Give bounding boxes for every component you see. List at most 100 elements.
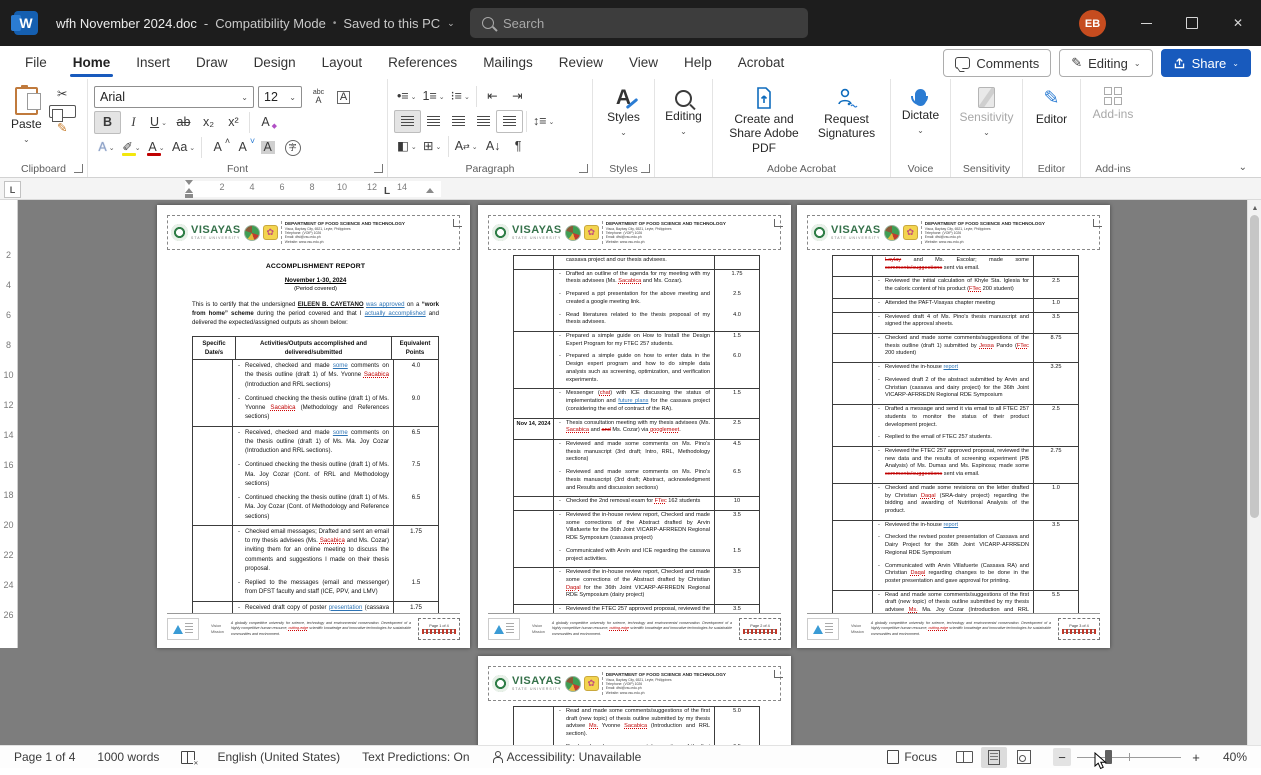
- document-canvas[interactable]: 2468101214161820222426 VISAYASSTATE UNIV…: [0, 200, 1261, 745]
- scroll-up-icon[interactable]: ▲: [1248, 202, 1261, 214]
- page-indicator[interactable]: Page 1 of 4: [14, 750, 75, 764]
- create-share-pdf-button[interactable]: Create and Share Adobe PDF: [719, 84, 809, 158]
- menu-tab-design[interactable]: Design: [241, 49, 309, 76]
- proofing-status[interactable]: [181, 751, 195, 764]
- format-painter-icon[interactable]: ✎: [49, 118, 76, 139]
- editing-button[interactable]: Editing ⌄: [661, 84, 706, 139]
- text-highlight-color-button[interactable]: ✐⌄: [119, 137, 144, 158]
- word-app-icon[interactable]: W: [14, 11, 38, 35]
- copy-icon[interactable]: [49, 105, 76, 118]
- font-size-select[interactable]: 12⌄: [258, 86, 302, 108]
- borders-button[interactable]: ⊞⌄: [420, 136, 445, 157]
- zoom-level[interactable]: 40%: [1215, 750, 1247, 764]
- menu-tab-file[interactable]: File: [12, 49, 60, 76]
- menu-tab-help[interactable]: Help: [671, 49, 725, 76]
- styles-button[interactable]: A Styles ⌄: [599, 84, 648, 140]
- saved-status[interactable]: Saved to this PC: [343, 16, 440, 31]
- decrease-indent-button[interactable]: ⇤: [480, 86, 505, 107]
- asian-layout-button[interactable]: A⇄⌄: [452, 136, 481, 157]
- menu-tab-review[interactable]: Review: [546, 49, 616, 76]
- menu-tab-home[interactable]: Home: [60, 49, 124, 76]
- editor-button[interactable]: ✎ Editor: [1029, 84, 1074, 130]
- cut-icon[interactable]: ✂: [49, 84, 76, 105]
- change-case-button[interactable]: Aa⌄: [169, 137, 198, 158]
- web-layout-button[interactable]: [1011, 747, 1037, 768]
- dictate-button[interactable]: Dictate ⌄: [897, 84, 944, 138]
- align-right-button[interactable]: [446, 111, 471, 132]
- bold-button[interactable]: B: [94, 111, 121, 134]
- collapse-ribbon-button[interactable]: ⌄: [1239, 162, 1247, 173]
- vertical-scrollbar[interactable]: ▲: [1247, 200, 1261, 745]
- focus-button[interactable]: Focus: [887, 750, 937, 764]
- italic-button[interactable]: I: [121, 112, 146, 133]
- show-formatting-marks-button[interactable]: ¶: [506, 136, 531, 157]
- numbering-button[interactable]: 1≡⌄: [420, 86, 448, 107]
- character-border-button[interactable]: A: [331, 87, 356, 108]
- document-page-4[interactable]: VISAYASSTATE UNIVERSITY✿DEPARTMENT OF FO…: [478, 656, 791, 745]
- menu-tab-mailings[interactable]: Mailings: [470, 49, 546, 76]
- title-chevron-icon[interactable]: ⌄: [447, 18, 455, 29]
- left-indent-marker[interactable]: [185, 194, 193, 198]
- menu-tab-layout[interactable]: Layout: [309, 49, 376, 76]
- accessibility-status[interactable]: Accessibility: Unavailable: [492, 750, 642, 764]
- read-mode-button[interactable]: [951, 747, 977, 768]
- minimize-button[interactable]: [1123, 0, 1169, 46]
- share-button[interactable]: Share ⌄: [1161, 49, 1251, 77]
- text-predictions[interactable]: Text Predictions: On: [362, 750, 469, 764]
- vertical-ruler[interactable]: 2468101214161820222426: [0, 200, 18, 648]
- document-page-1[interactable]: VISAYASSTATE UNIVERSITY✿DEPARTMENT OF FO…: [157, 205, 470, 648]
- scrollbar-thumb[interactable]: [1250, 215, 1259, 518]
- zoom-slider[interactable]: [1077, 748, 1181, 766]
- editing-mode-button[interactable]: ✎ Editing ⌄: [1059, 49, 1152, 77]
- clipboard-dialog-launcher[interactable]: [74, 164, 83, 173]
- sort-button[interactable]: A↓: [481, 136, 506, 157]
- superscript-button[interactable]: x²: [221, 112, 246, 133]
- line-spacing-button[interactable]: ↕≡⌄: [530, 111, 557, 132]
- maximize-button[interactable]: [1169, 0, 1215, 46]
- menu-tab-view[interactable]: View: [616, 49, 671, 76]
- request-signatures-button[interactable]: Request Signatures: [809, 84, 884, 158]
- character-shading-button[interactable]: A: [255, 137, 280, 158]
- right-indent-marker[interactable]: [426, 188, 434, 193]
- zoom-in-button[interactable]: +: [1187, 748, 1205, 766]
- font-color-button[interactable]: A⌄: [144, 137, 169, 158]
- zoom-out-button[interactable]: −: [1053, 748, 1071, 766]
- close-button[interactable]: ✕: [1215, 0, 1261, 46]
- shading-button[interactable]: ◧⌄: [394, 136, 420, 157]
- first-line-indent-marker[interactable]: [185, 180, 193, 185]
- distributed-button[interactable]: [496, 110, 523, 133]
- subscript-button[interactable]: x₂: [196, 112, 221, 133]
- menu-tab-acrobat[interactable]: Acrobat: [725, 49, 798, 76]
- bullets-button[interactable]: •≡⌄: [394, 86, 420, 107]
- justify-button[interactable]: [471, 111, 496, 132]
- tab-stop-marker[interactable]: L: [384, 186, 390, 197]
- hanging-indent-marker[interactable]: [185, 188, 193, 193]
- underline-button[interactable]: U⌄: [146, 112, 171, 133]
- font-family-select[interactable]: Arial⌄: [94, 86, 254, 108]
- menu-tab-draw[interactable]: Draw: [183, 49, 241, 76]
- text-effects-button[interactable]: A⌄: [94, 137, 119, 158]
- styles-dialog-launcher[interactable]: [641, 164, 650, 173]
- strikethrough-button[interactable]: ab: [171, 112, 196, 133]
- clear-formatting-button[interactable]: A◆: [253, 112, 278, 133]
- zoom-slider-thumb[interactable]: [1105, 750, 1112, 764]
- enclose-characters-button[interactable]: 字: [280, 137, 305, 158]
- document-page-3[interactable]: VISAYASSTATE UNIVERSITY✿DEPARTMENT OF FO…: [797, 205, 1110, 648]
- menu-tab-insert[interactable]: Insert: [123, 49, 183, 76]
- print-layout-button[interactable]: [981, 747, 1007, 768]
- horizontal-ruler[interactable]: L 2468101214 L: [0, 178, 1261, 200]
- tab-selector[interactable]: L: [4, 181, 21, 198]
- paste-button[interactable]: Paste ⌄: [6, 84, 47, 147]
- shrink-font-button[interactable]: A˅: [230, 137, 255, 158]
- menu-tab-references[interactable]: References: [375, 49, 470, 76]
- paragraph-dialog-launcher[interactable]: [579, 164, 588, 173]
- language-indicator[interactable]: English (United States): [217, 750, 340, 764]
- avatar[interactable]: EB: [1079, 10, 1106, 37]
- grow-font-button[interactable]: A˄: [205, 137, 230, 158]
- word-count[interactable]: 1000 words: [97, 750, 159, 764]
- search-input[interactable]: Search: [470, 8, 808, 38]
- increase-indent-button[interactable]: ⇥: [505, 86, 530, 107]
- phonetic-guide-button[interactable]: abcA: [306, 87, 331, 108]
- multilevel-list-button[interactable]: ⁝≡⌄: [448, 86, 473, 107]
- align-center-button[interactable]: [421, 111, 446, 132]
